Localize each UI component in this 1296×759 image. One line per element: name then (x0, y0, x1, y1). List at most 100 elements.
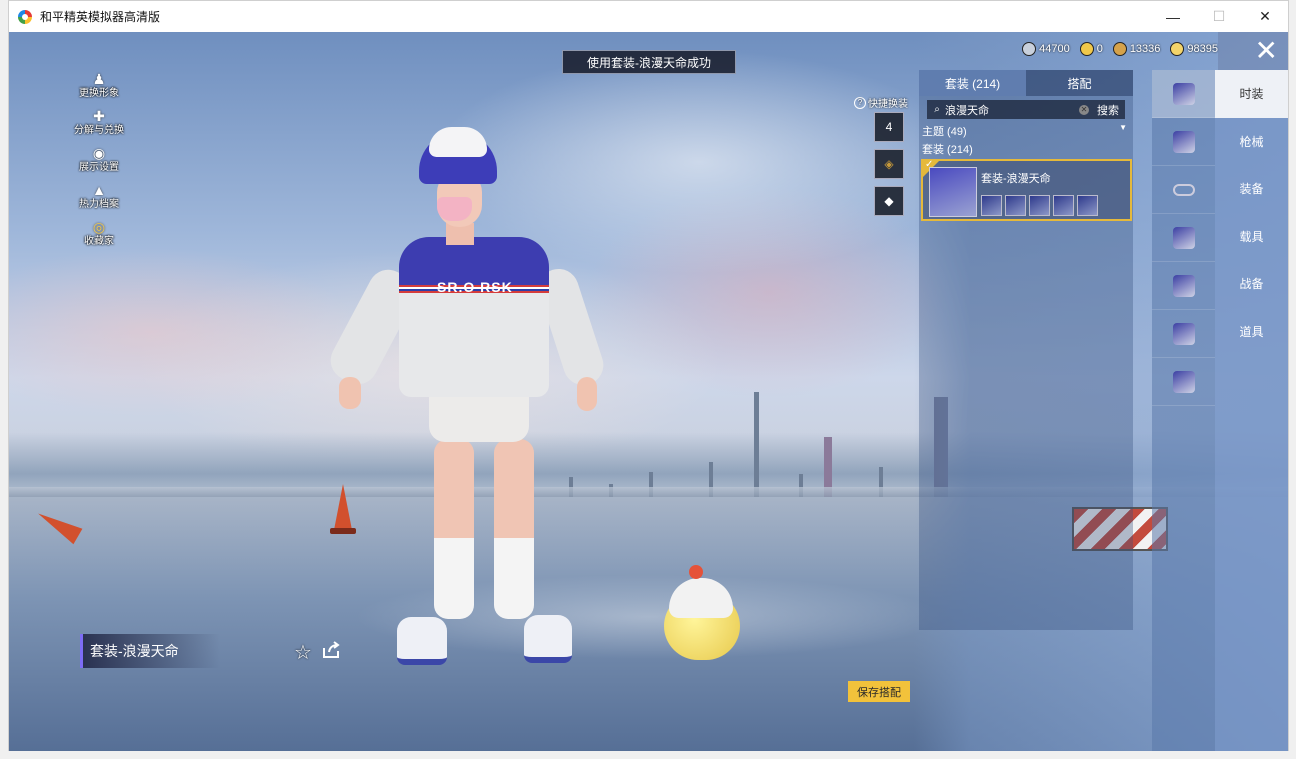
save-combo-button[interactable]: 保存搭配 (848, 681, 910, 702)
side-menu: ♟ 更换形象 ✚ 分解与兑换 ◉ 展示设置 ▲ 热力档案 ◎ 收藏家 (69, 70, 129, 255)
category-top[interactable] (1152, 214, 1215, 262)
tab-firearms[interactable]: 枪械 (1215, 118, 1288, 166)
coin-icon (1022, 42, 1037, 56)
side-menu-heat-profile[interactable]: ▲ 热力档案 (69, 181, 129, 218)
part-top-thumbnail[interactable] (1005, 195, 1026, 216)
share-icon[interactable] (321, 640, 341, 660)
currency-value: 13336 (1129, 43, 1161, 55)
collector-icon: ◎ (92, 218, 106, 235)
close-window-button[interactable]: ✕ (1242, 1, 1288, 32)
search-input[interactable]: 浪漫天命 (945, 102, 1079, 118)
eye-icon: ◉ (92, 144, 106, 161)
search-box[interactable]: ⌕ 浪漫天命 ✕ 搜索 (927, 100, 1125, 119)
quick-slot-emblem[interactable]: ◈ (874, 149, 904, 179)
badge-icon (1112, 42, 1127, 56)
side-menu-label: 更换形象 (79, 88, 119, 99)
outfit-icon (1172, 82, 1195, 105)
accessory-icon (1172, 370, 1195, 393)
tab-fashion[interactable]: 时装 (1215, 70, 1288, 118)
character-shorts (429, 392, 529, 442)
game-scene: SR.O RSK ♟ 更换形象 ✚ 分解与兑换 ◉ 展示设置 ▲ 热力档案 ◎ … (9, 32, 1288, 751)
category-glasses[interactable] (1152, 166, 1215, 214)
category-hat[interactable] (1152, 118, 1215, 166)
character-jacket (399, 237, 549, 397)
category-tabs: 时装 枪械 装备 载具 战备 道具 (1215, 70, 1288, 751)
currency-value: 0 (1096, 43, 1103, 55)
part-mask-thumbnail[interactable] (1077, 195, 1098, 216)
side-menu-change-avatar[interactable]: ♟ 更换形象 (69, 70, 129, 107)
currency-gold: 98395 (1170, 42, 1218, 56)
search-icon: ⌕ (934, 104, 940, 115)
side-menu-label: 分解与兑换 (74, 125, 124, 136)
tab-items[interactable]: 道具 (1215, 308, 1288, 356)
search-button[interactable]: 搜索 (1097, 102, 1119, 118)
tab-battle-gear[interactable]: 战备 (1215, 260, 1288, 308)
character-hand (577, 377, 597, 411)
medal-icon (1079, 42, 1094, 56)
tab-vehicles[interactable]: 载具 (1215, 213, 1288, 261)
category-shoes[interactable] (1152, 310, 1215, 358)
tower (754, 392, 759, 502)
theme-label: 主题 (49) (922, 126, 967, 138)
player-character[interactable]: SR.O RSK (323, 127, 609, 667)
quick-change-text: 快捷换装 (868, 99, 908, 110)
side-menu-label: 展示设置 (79, 162, 119, 173)
gold-coin-icon (1170, 42, 1185, 56)
quick-slot-hanger[interactable]: 4 (874, 112, 904, 142)
gear-puzzle-icon: ✚ (93, 107, 105, 124)
hanger-slot-number: 4 (885, 120, 893, 134)
character-mask (437, 197, 472, 221)
outfit-thumbnail (929, 167, 977, 217)
outfit-card[interactable]: ✓ 套装-浪漫天命 (921, 159, 1132, 221)
currency-silver: 44700 (1022, 42, 1070, 56)
category-accessory[interactable] (1152, 358, 1215, 406)
help-icon[interactable]: ? (854, 96, 866, 109)
category-pants[interactable] (1152, 262, 1215, 310)
side-menu-decompose[interactable]: ✚ 分解与兑换 (69, 107, 129, 144)
part-hat-thumbnail[interactable] (981, 195, 1002, 216)
theme-filter[interactable]: 主题 (49) ▼ (922, 123, 1127, 139)
jacket-print: SR.O RSK (437, 279, 513, 295)
character-leg (434, 439, 474, 619)
window-title: 和平精英模拟器高清版 (40, 10, 161, 24)
outfit-parts (981, 195, 1098, 216)
side-menu-label: 收藏家 (84, 236, 114, 247)
currency-medal: 0 (1079, 42, 1103, 56)
tab-equipment[interactable]: 装备 (1215, 165, 1288, 213)
close-wardrobe-button[interactable]: ✕ (1218, 32, 1288, 70)
character-hand (339, 377, 361, 409)
top-icon (1172, 226, 1195, 249)
flame-icon: ▲ (92, 182, 106, 198)
success-toast: 使用套装-浪漫天命成功 (562, 50, 736, 74)
side-menu-label: 热力档案 (79, 199, 119, 210)
minimize-button[interactable]: — (1150, 1, 1196, 32)
part-bottom-thumbnail[interactable] (1029, 195, 1050, 216)
outfit-section-label: 套装 (214) (922, 144, 973, 156)
title-bar: 和平精英模拟器高清版 — ☐ ✕ (9, 1, 1288, 32)
character-shoe (524, 615, 572, 663)
avatar-icon: ♟ (92, 70, 106, 87)
currency-bar: 44700 0 13336 98395 (1022, 42, 1218, 56)
tab-combos[interactable]: 搭配 (1026, 70, 1133, 96)
character-leg (494, 439, 534, 619)
character-hat-ornament (429, 127, 487, 157)
tab-outfits[interactable]: 套装 (214) (919, 70, 1026, 96)
app-logo-icon (18, 9, 32, 24)
outfit-card-name: 套装-浪漫天命 (981, 173, 1051, 185)
clear-icon[interactable]: ✕ (1079, 104, 1089, 115)
maximize-button[interactable]: ☐ (1196, 1, 1242, 32)
hat-icon (1172, 130, 1195, 153)
favorite-star-icon[interactable]: ☆ (294, 640, 312, 665)
chick-pet-crest (689, 565, 703, 579)
part-shoes-thumbnail[interactable] (1053, 195, 1074, 216)
current-outfit-name: 套装-浪漫天命 (80, 634, 220, 668)
quick-change-label[interactable]: ? 快捷换装 (854, 95, 908, 110)
currency-badge: 13336 (1112, 42, 1161, 56)
quick-slot-shield[interactable]: ◆ (874, 186, 904, 216)
outfit-panel: 套装 (214) 搭配 ⌕ 浪漫天命 ✕ 搜索 主题 (49) ▼ 套装 (21… (919, 70, 1133, 630)
side-menu-collector[interactable]: ◎ 收藏家 (69, 218, 129, 255)
pants-icon (1172, 274, 1195, 297)
glasses-icon (1172, 183, 1195, 196)
side-menu-display-settings[interactable]: ◉ 展示设置 (69, 144, 129, 181)
category-outfit[interactable] (1152, 70, 1215, 118)
